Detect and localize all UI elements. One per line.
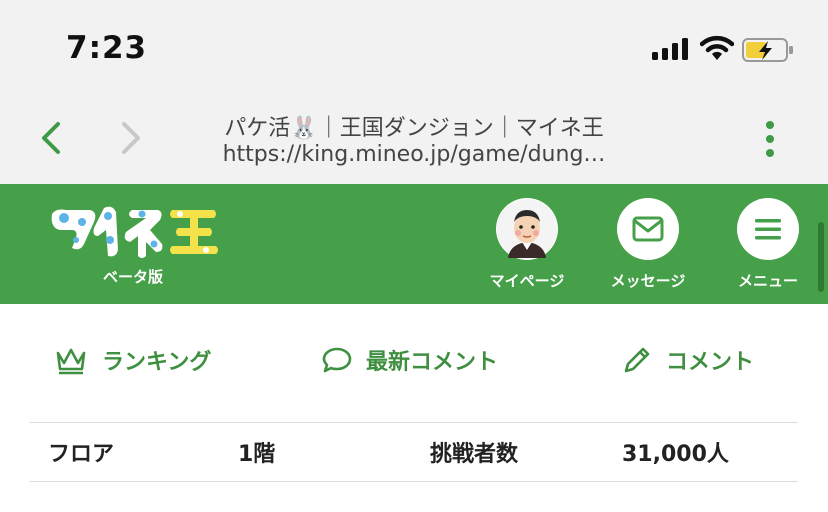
hamburger-menu-icon — [755, 219, 781, 240]
pencil-icon — [624, 347, 650, 373]
floor-label: フロア — [48, 442, 115, 467]
avatar-icon — [497, 199, 557, 259]
challengers-value: 31,000人 — [622, 442, 729, 467]
challengers-label: 挑戦者数 — [430, 442, 519, 467]
messages-button[interactable] — [617, 198, 679, 260]
menu-label[interactable]: メニュー — [713, 270, 823, 291]
floor-value: 1階 — [238, 442, 276, 467]
battery-charging-icon — [742, 38, 793, 62]
tab-latest-comments-label: 最新コメント — [366, 350, 499, 375]
menu-button[interactable] — [737, 198, 799, 260]
wifi-icon — [700, 35, 734, 60]
tab-latest-comments[interactable]: 最新コメント — [322, 340, 498, 380]
mypage-label[interactable]: マイページ — [472, 270, 582, 291]
browser-url[interactable]: https://king.mineo.jp/game/dung… — [0, 142, 828, 167]
status-time: 7:23 — [66, 30, 148, 66]
tab-comment-label: コメント — [666, 350, 755, 375]
table-divider-bottom — [30, 481, 798, 482]
more-options-icon[interactable] — [760, 120, 780, 160]
messages-label[interactable]: メッセージ — [593, 270, 703, 291]
mineo-logo[interactable] — [46, 200, 222, 264]
scrollbar[interactable] — [818, 222, 824, 292]
browser-page-title: パケ活🐰｜王国ダンジョン｜マイネ王 — [224, 116, 604, 141]
table-divider-top — [30, 422, 798, 423]
beta-label: ベータ版 — [102, 268, 163, 286]
tab-comment[interactable]: コメント — [622, 340, 754, 380]
speech-bubble-icon — [322, 347, 352, 373]
crown-icon — [56, 348, 86, 375]
tab-ranking[interactable]: ランキング — [54, 340, 211, 380]
signal-icon — [652, 38, 688, 60]
mypage-button[interactable] — [496, 198, 558, 260]
envelope-icon — [632, 216, 664, 242]
tab-ranking-label: ランキング — [102, 350, 212, 375]
